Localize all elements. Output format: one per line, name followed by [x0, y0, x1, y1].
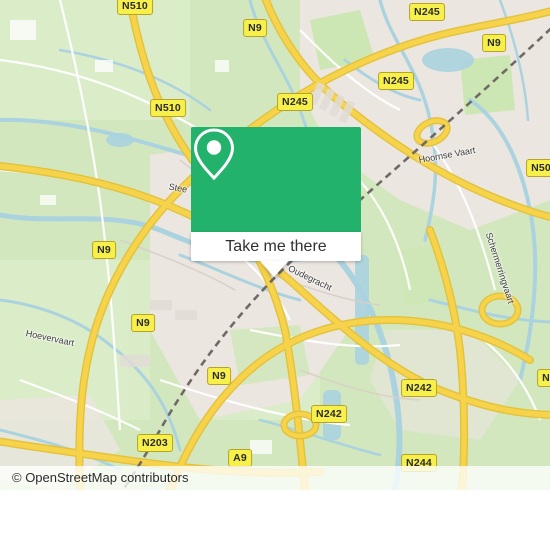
road-shield: N9 [131, 314, 155, 332]
road-shield: N245 [409, 3, 445, 21]
road-shield: N245 [378, 72, 414, 90]
map-attribution: © OpenStreetMap contributors [0, 466, 550, 490]
road-shield: A9 [228, 449, 252, 467]
road-shield: N203 [137, 434, 173, 452]
road-shield: N242 [401, 379, 437, 397]
road-shield: N510 [150, 99, 186, 117]
popup-pointer [260, 261, 288, 277]
map-screenshot: N510 N9 N245 N510 N245 N245 N9 N9 N9 N9 … [0, 0, 550, 550]
map-canvas[interactable]: N510 N9 N245 N510 N245 N245 N9 N9 N9 N9 … [0, 0, 550, 490]
take-me-there-label: Take me there [225, 237, 327, 255]
popup-header [191, 127, 361, 232]
map-pin-icon [193, 128, 235, 181]
road-shield: N9 [482, 34, 506, 52]
attribution-text: © OpenStreetMap contributors [12, 470, 189, 485]
road-shield: N245 [277, 93, 313, 111]
road-shield: N9 [207, 367, 231, 385]
road-shield: N9 [243, 19, 267, 37]
popup-action[interactable]: Take me there [191, 232, 361, 261]
road-shield: N9 [92, 241, 116, 259]
road-shield: N50 [526, 159, 550, 177]
location-popup-card[interactable]: Take me there [191, 127, 361, 277]
footer-bar: Rollebol Kindercentra, Kennemerstraatweg… [0, 490, 550, 550]
road-shield: N242 [311, 405, 347, 423]
road-shield: N510 [117, 0, 153, 15]
road-shield: N [537, 369, 550, 387]
